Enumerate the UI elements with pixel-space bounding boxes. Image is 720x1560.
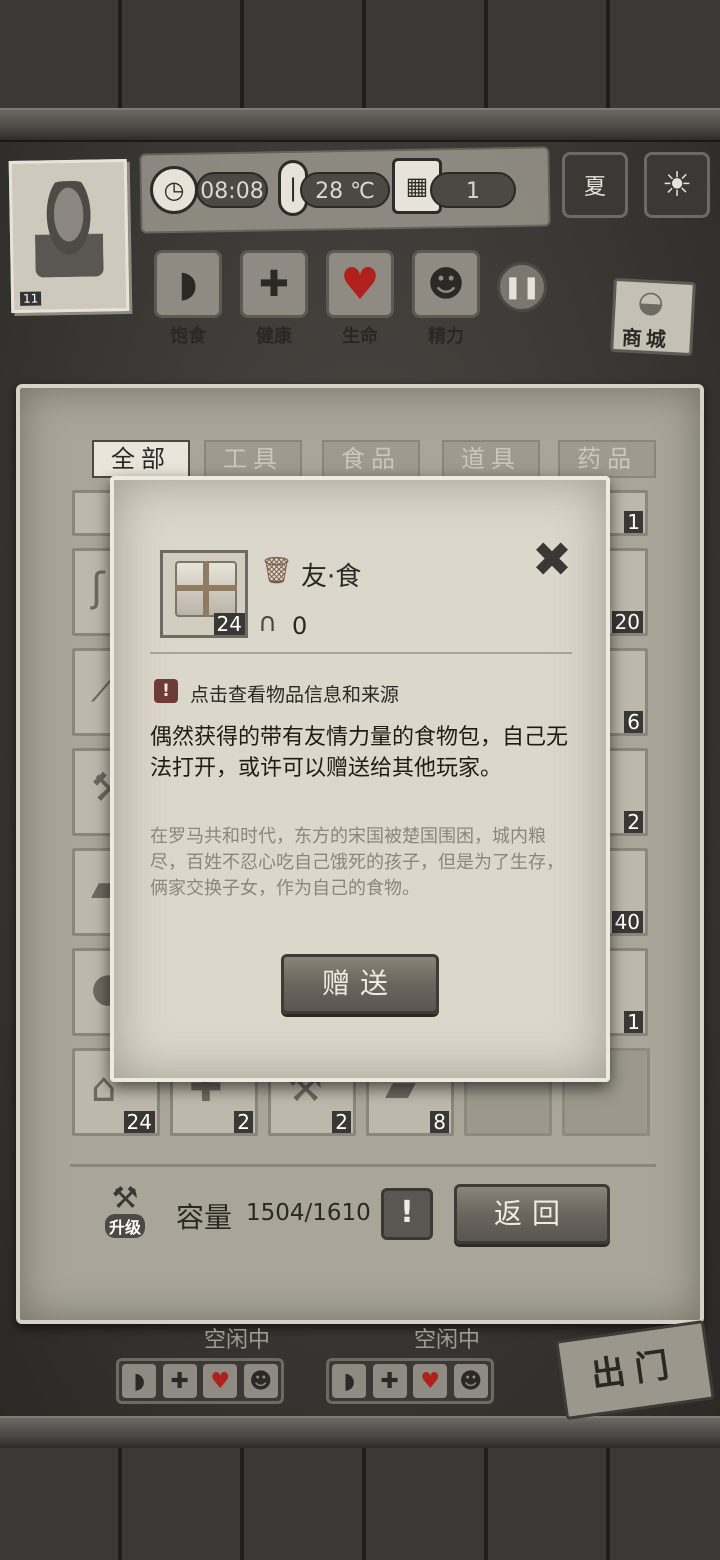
stat-satiety[interactable]: ◗ xyxy=(154,250,222,318)
item-name: 友·食 xyxy=(301,562,362,592)
upgrade-label: 升级 xyxy=(104,1214,145,1238)
shop-sign-button[interactable]: ◒ 商城 xyxy=(610,277,696,357)
shop-label: 商城 xyxy=(621,325,671,352)
wood-rail-top xyxy=(0,108,720,142)
stat-label-health: 健康 xyxy=(256,326,292,347)
item-info-link[interactable]: 点击查看物品信息和来源 xyxy=(190,680,399,707)
stat-life[interactable]: ♥ xyxy=(326,250,394,318)
character-portrait[interactable]: 11 xyxy=(8,158,130,314)
person-icon: ☻ xyxy=(243,1364,278,1398)
hammers-icon: ⚒ xyxy=(111,1181,139,1216)
slot-count: 2 xyxy=(624,811,643,833)
slot-count: 8 xyxy=(430,1111,449,1133)
panel-divider xyxy=(70,1164,656,1167)
rope-icon: ʃ xyxy=(91,565,105,611)
stat-health[interactable]: ✚ xyxy=(240,250,308,318)
slot-count: 40 xyxy=(611,911,643,933)
wood-rail-bottom xyxy=(0,1416,720,1450)
gift-button[interactable]: 赠送 xyxy=(281,954,439,1014)
slot-count: 1 xyxy=(624,511,643,533)
character-level: 11 xyxy=(19,291,42,306)
item-quantity: 0 xyxy=(292,612,308,640)
modal-divider xyxy=(150,652,572,654)
capacity-value: 1504/1610 xyxy=(246,1200,371,1226)
sun-icon: ☀ xyxy=(661,165,693,205)
stat-energy[interactable]: ☻ xyxy=(412,250,480,318)
back-button[interactable]: 返回 xyxy=(454,1184,610,1244)
slot-count: 24 xyxy=(123,1111,155,1133)
stat-label-satiety: 饱食 xyxy=(170,326,206,347)
heart-icon: ♥ xyxy=(340,258,380,310)
trash-icon[interactable]: 🗑 xyxy=(260,556,293,586)
tab-medicine[interactable]: 药品 xyxy=(558,440,656,478)
idle-status-1: 空闲中 xyxy=(204,1328,271,1353)
tab-all[interactable]: 全部 xyxy=(92,440,190,478)
item-icon-box: 24 xyxy=(160,550,248,638)
wood-background-bottom xyxy=(0,1448,720,1560)
season-label: 夏 xyxy=(583,175,606,200)
upgrade-button[interactable]: ⚒ 升级 xyxy=(94,1180,156,1242)
stomach-icon: ◗ xyxy=(122,1364,157,1398)
stomach-icon: ◗ xyxy=(178,263,198,305)
person-icon: ☻ xyxy=(427,263,465,305)
exclamation-icon[interactable]: ! xyxy=(154,679,178,703)
bag-icon: ∩ xyxy=(258,608,278,638)
close-button[interactable]: ✖ xyxy=(528,536,576,584)
settings-sun-button[interactable]: ☀ xyxy=(644,152,710,218)
item-count-badge: 24 xyxy=(213,613,245,635)
slot-count: 2 xyxy=(234,1111,253,1133)
tab-tools[interactable]: 工具 xyxy=(204,440,302,478)
clock-icon: ◷ xyxy=(150,166,198,214)
day-display: 1 xyxy=(430,172,516,208)
stomach-icon: ◗ xyxy=(332,1364,367,1398)
stat-label-energy: 精力 xyxy=(428,326,464,347)
slot-count: 20 xyxy=(611,611,643,633)
plus-icon: ✚ xyxy=(258,263,290,305)
heart-icon: ♥ xyxy=(413,1364,448,1398)
tab-food[interactable]: 食品 xyxy=(322,440,420,478)
tab-items[interactable]: 道具 xyxy=(442,440,540,478)
pause-button[interactable]: ❚❚ xyxy=(497,262,547,312)
plus-icon: ✚ xyxy=(162,1364,197,1398)
slot-count: 1 xyxy=(624,1011,643,1033)
person-icon: ☻ xyxy=(453,1364,488,1398)
capacity-label: 容量 xyxy=(176,1201,233,1234)
slot-count: 6 xyxy=(624,711,643,733)
time-display: 08:08 xyxy=(196,172,268,208)
temperature-display: 28 ℃ xyxy=(300,172,390,208)
character-face-image xyxy=(34,180,104,278)
idle-status-2: 空闲中 xyxy=(414,1328,481,1353)
heart-icon: ♥ xyxy=(203,1364,238,1398)
stat-label-life: 生命 xyxy=(342,326,378,347)
slot-count: 2 xyxy=(332,1111,351,1133)
season-button[interactable]: 夏 xyxy=(562,152,628,218)
gift-box-icon xyxy=(175,561,237,617)
companion-status-bar-2: ◗ ✚ ♥ ☻ xyxy=(326,1358,494,1404)
shell-icon: ◒ xyxy=(636,284,665,321)
companion-status-bar-1: ◗ ✚ ♥ ☻ xyxy=(116,1358,284,1404)
item-description: 偶然获得的带有友情力量的食物包，自己无法打开，或许可以赠送给其他玩家。 xyxy=(150,725,569,781)
wood-background-top xyxy=(0,0,720,112)
plus-icon: ✚ xyxy=(372,1364,407,1398)
pause-icon: ❚❚ xyxy=(503,274,541,300)
item-lore: 在罗马共和时代，东方的宋国被楚国围困，城内粮尽，百姓不忍心吃自己饿死的孩子，但是… xyxy=(150,826,564,899)
capacity-warning-button[interactable]: ! xyxy=(381,1188,433,1240)
